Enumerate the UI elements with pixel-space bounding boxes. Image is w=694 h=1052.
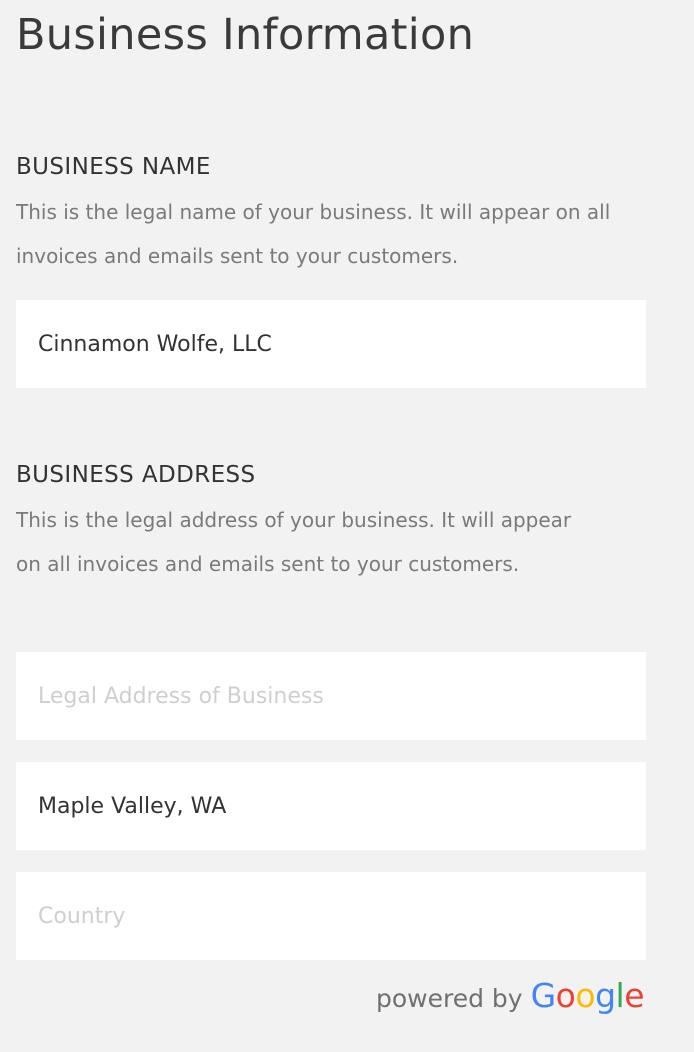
google-logo-letter: e <box>624 976 644 1015</box>
google-logo-letter: l <box>615 976 625 1015</box>
google-logo: Google <box>530 976 645 1015</box>
powered-by-google: powered by Google <box>375 976 645 1015</box>
legal-address-field[interactable] <box>16 652 646 740</box>
business-name-description: This is the legal name of your business.… <box>16 200 611 268</box>
business-address-label: BUSINESS ADDRESS <box>16 462 256 488</box>
business-name-label: BUSINESS NAME <box>16 154 211 180</box>
google-logo-letter: o <box>575 976 596 1015</box>
google-logo-letter: o <box>555 976 576 1015</box>
country-field[interactable] <box>16 872 646 960</box>
google-logo-letter: G <box>530 976 557 1015</box>
business-name-field[interactable] <box>16 300 646 388</box>
powered-by-text: powered by <box>375 984 523 1013</box>
google-logo-letter: g <box>595 976 616 1015</box>
city-state-field[interactable] <box>16 762 646 850</box>
business-address-description: This is the legal address of your busine… <box>16 508 572 576</box>
page-title: Business Information <box>16 10 475 60</box>
